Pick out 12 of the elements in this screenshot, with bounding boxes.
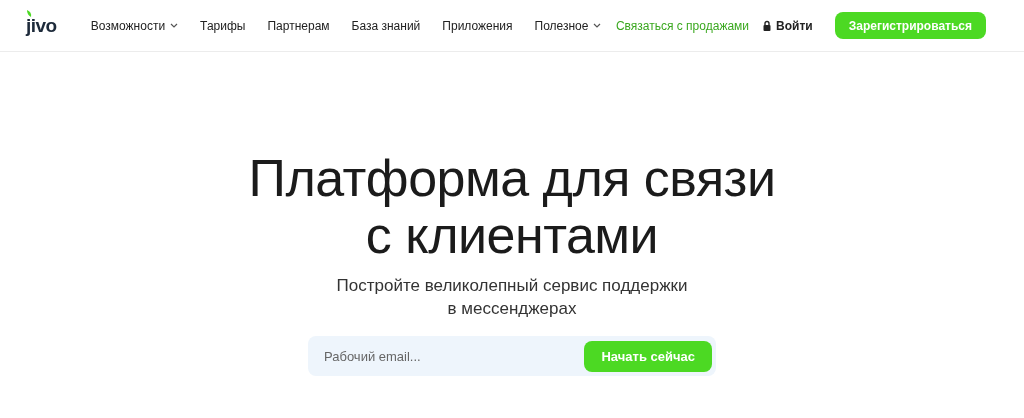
nav-link[interactable]: База знаний xyxy=(351,18,421,33)
nav-link[interactable]: Полезное xyxy=(534,18,602,33)
chevron-down-icon xyxy=(593,23,602,28)
nav-link[interactable]: Возможности xyxy=(90,18,179,33)
nav-link[interactable]: Приложения xyxy=(442,18,513,33)
lock-icon xyxy=(763,20,772,31)
hero-title: Платформа для связи с клиентами xyxy=(248,150,776,264)
nav-link[interactable]: Тарифы xyxy=(200,18,246,33)
chevron-down-icon xyxy=(170,23,179,28)
login-link[interactable]: Войти xyxy=(763,18,813,33)
nav-link[interactable]: Партнерам xyxy=(267,18,330,33)
hero-subtitle: Постройте великолепный сервис поддержки в мессенджерах xyxy=(336,275,688,320)
